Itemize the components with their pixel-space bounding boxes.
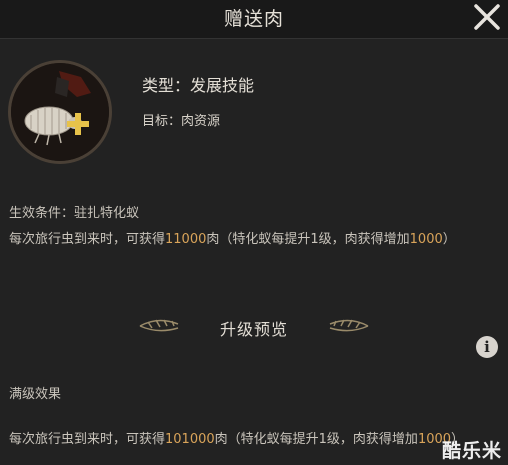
effect-condition: 生效条件：驻扎特化蚁 xyxy=(9,206,140,221)
effect-increment-value: 1000 xyxy=(409,232,443,247)
info-icon[interactable]: i xyxy=(476,336,498,358)
max-desc-text: 每次旅行虫到来时，可获得 xyxy=(9,432,166,447)
effect-desc-text: 肉（特化蚁每提升1级，肉获得增加 xyxy=(206,232,410,247)
effect-value: 11000 xyxy=(165,232,207,247)
effect-desc-text: ） xyxy=(442,232,456,247)
max-level-title: 满级效果 xyxy=(9,387,62,402)
dialog-title: 赠送肉 xyxy=(223,8,284,30)
skill-type: 类型：发展技能 xyxy=(142,76,255,95)
close-icon[interactable] xyxy=(470,0,504,34)
max-desc-text: 肉（特化蚁每提升1级，肉获得增加 xyxy=(214,432,418,447)
effect-desc-text: 每次旅行虫到来时，可获得 xyxy=(9,232,166,247)
max-value: 101000 xyxy=(165,432,215,447)
section-title: 升级预览 xyxy=(219,320,288,339)
larva-plus-icon xyxy=(8,60,112,164)
effect-description: 每次旅行虫到来时，可获得11000肉（特化蚁每提升1级，肉获得增加1000） xyxy=(9,230,504,249)
header-bar: 赠送肉 xyxy=(0,0,508,39)
watermark: 酷乐米 xyxy=(441,440,502,462)
skill-target: 目标：肉资源 xyxy=(142,114,221,129)
max-level-description: 每次旅行虫到来时，可获得101000肉（特化蚁每提升1级，肉获得增加1000） xyxy=(9,430,504,449)
